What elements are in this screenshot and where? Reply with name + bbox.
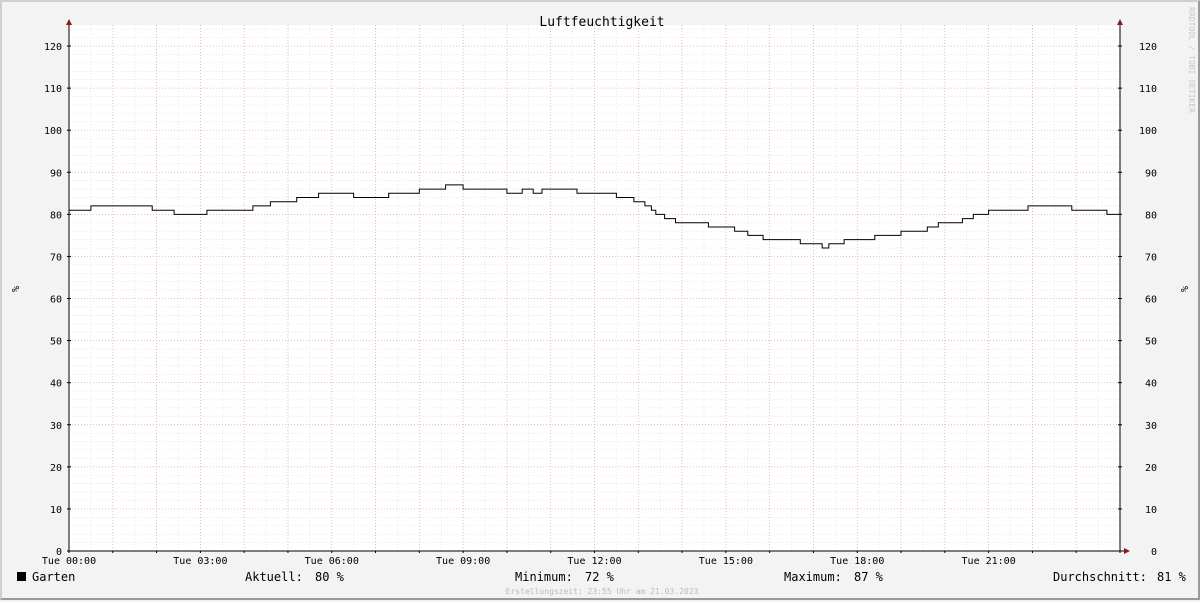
y-tick-label-left: 60 <box>50 295 62 306</box>
y-tick-label-left: 20 <box>50 463 62 474</box>
y-axis-arrow-right <box>1117 19 1123 25</box>
x-tick-label: Tue 18:00 <box>830 556 884 567</box>
y-tick-label-right: 50 <box>1145 337 1157 348</box>
y-tick-label-left: 90 <box>50 168 62 179</box>
y-tick-label-left: 120 <box>44 42 62 53</box>
y-tick-label-right: 110 <box>1139 84 1157 95</box>
legend-max-value: 87 % <box>854 570 883 584</box>
legend-min-value: 72 % <box>585 570 614 584</box>
chart-title: Luftfeuchtigkeit <box>539 15 664 30</box>
y-tick-label-right: 20 <box>1145 463 1157 474</box>
humidity-chart: 0 010 1020 2030 3040 4050 5060 6070 7080 8090 9010… <box>9 7 1196 567</box>
y-tick-label-left: 80 <box>50 210 62 221</box>
legend-swatch-garten <box>17 572 26 581</box>
creation-time: Erstellungszeit: 23:55 Uhr am 21.03.2023 <box>505 587 699 596</box>
x-tick-label: Tue 06:00 <box>305 556 359 567</box>
y-tick-label-left: 40 <box>50 379 62 390</box>
y-axis-label-left: % <box>9 286 20 292</box>
graph-frame: 0 0 10 10 20 20 30 30 40 40 50 50 60 60 70 70 80 80 90 90 10… <box>0 0 1200 600</box>
x-tick-label: Tue 03:00 <box>173 556 227 567</box>
legend-avg-value: 81 % <box>1157 570 1186 584</box>
legend-avg-label: Durchschnitt: <box>1053 570 1147 584</box>
x-tick-label: Tue 12:00 <box>567 556 621 567</box>
y-axis-arrow-left <box>66 19 72 25</box>
x-tick-label: Tue 15:00 <box>699 556 753 567</box>
x-tick-label: Tue 21:00 <box>962 556 1016 567</box>
y-tick-label-right: 100 <box>1139 126 1157 137</box>
y-axis-label-right: % <box>1178 286 1189 292</box>
legend-max-label: Maximum: <box>784 570 842 584</box>
legend-min-label: Minimum: <box>515 570 573 584</box>
x-tick-label: Tue 09:00 <box>436 556 490 567</box>
x-tick-label: Tue 00:00 <box>42 556 96 567</box>
y-tick-label-right: 70 <box>1145 252 1157 263</box>
y-tick-label-left: 70 <box>50 252 62 263</box>
y-tick-label-left: 30 <box>50 421 62 432</box>
legend-current-value: 80 % <box>315 570 344 584</box>
legend-current-label: Aktuell: <box>245 570 303 584</box>
y-tick-label-left: 50 <box>50 337 62 348</box>
y-tick-label-right: 90 <box>1145 168 1157 179</box>
y-tick-label-right: 10 <box>1145 505 1157 516</box>
y-tick-label-right: 40 <box>1145 379 1157 390</box>
y-tick-label-right: 60 <box>1145 295 1157 306</box>
y-tick-label-right: 120 <box>1139 42 1157 53</box>
legend-series-name: Garten <box>32 570 76 584</box>
y-tick-label-right: 0 <box>1151 547 1157 558</box>
y-tick-label-left: 100 <box>44 126 62 137</box>
y-tick-label-left: 10 <box>50 505 62 516</box>
y-tick-label-right: 80 <box>1145 210 1157 221</box>
x-axis-arrow <box>1124 548 1130 554</box>
y-tick-label-left: 110 <box>44 84 62 95</box>
watermark: RRDTOOL / TOBI OETIKER <box>1187 7 1196 113</box>
y-tick-label-right: 30 <box>1145 421 1157 432</box>
